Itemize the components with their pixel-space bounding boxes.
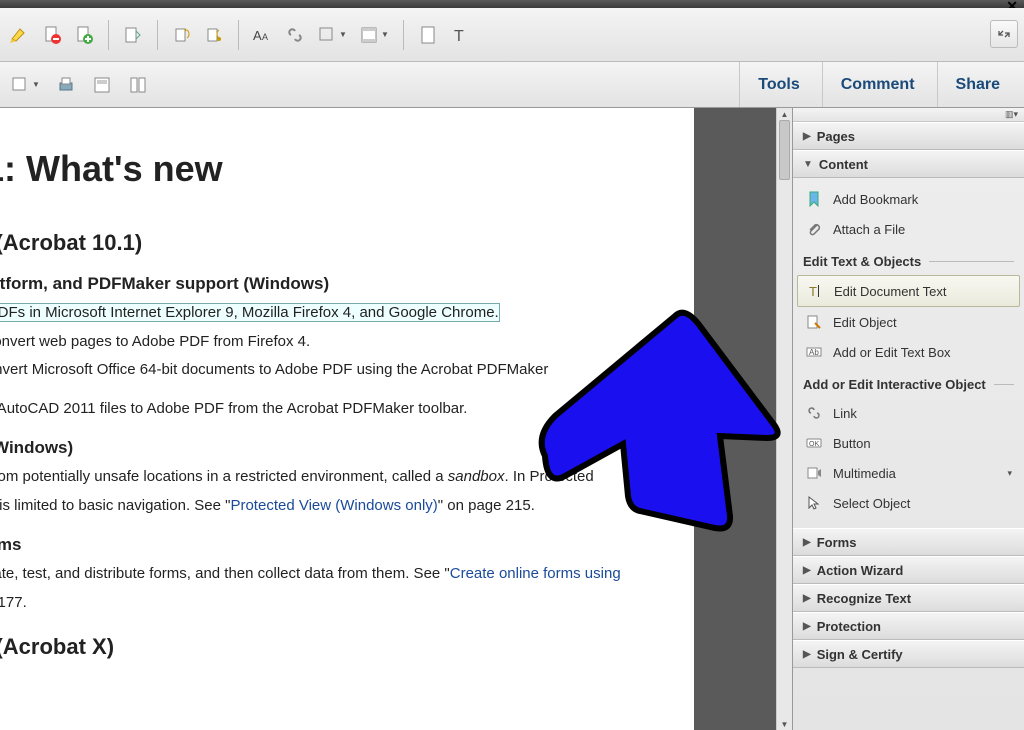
chevron-right-icon: ▶ [803,131,811,142]
panel-header-strip: ▥▾ [793,108,1024,122]
link-icon [805,404,823,422]
chevron-right-icon: ▶ [803,649,811,660]
expand-toolbar-button[interactable] [990,20,1018,48]
doc-link-protected-view[interactable]: Protected View (Windows only) [230,497,437,514]
svg-text:A: A [253,28,262,43]
doc-paragraph: o create, test, and distribute forms, an… [0,563,694,586]
doc-heading-2b: ew (Acrobat X) [0,634,694,660]
pane-sign-certify[interactable]: ▶Sign & Certify [793,640,1024,668]
button-icon: OK [805,434,823,452]
chevron-right-icon: ▶ [803,537,811,548]
tool-crop-dropdown[interactable]: ▼ [313,21,351,49]
item-edit-document-text[interactable]: T Edit Document Text [797,275,1020,307]
tool-print-icon[interactable] [52,71,80,99]
doc-paragraph: page 177. [0,592,694,615]
doc-paragraph: ting from potentially unsafe locations i… [0,466,694,489]
scroll-up-arrow[interactable]: ▲ [777,108,792,120]
doc-paragraph: nality is limited to basic navigation. S… [0,495,694,518]
panel-menu-icon[interactable]: ▥▾ [1005,109,1018,120]
svg-text:OK: OK [809,441,819,448]
tool-text-size-icon[interactable]: AA [249,21,277,49]
chevron-right-icon: ▶ [803,593,811,604]
svg-text:A: A [262,32,268,42]
svg-text:T: T [454,28,464,45]
document-viewport: r 1: What's new ew (Acrobat 10.1) r, pla… [0,108,792,730]
doc-link-create-forms[interactable]: Create online forms using [450,565,621,582]
doc-heading-3c: e forms [0,535,694,555]
edit-object-icon [805,313,823,331]
tool-highlight-icon[interactable] [6,21,34,49]
tab-tools[interactable]: Tools [739,62,817,107]
tab-share[interactable]: Share [937,62,1018,107]
doc-paragraph: rt Convert Microsoft Office 64-bit docum… [0,359,694,382]
selected-text[interactable]: iew PDFs in Microsoft Internet Explorer … [0,303,500,322]
chevron-down-icon: ▾ [1007,468,1012,479]
window-titlebar: ✕ [0,0,1024,8]
scroll-thumb[interactable] [779,120,790,180]
subhead-edit-text-objects: Edit Text & Objects [797,244,1020,275]
item-select-object[interactable]: Select Object [797,488,1020,518]
pane-content[interactable]: ▼Content [793,150,1024,178]
tool-link-icon[interactable] [281,21,309,49]
doc-paragraph: nvert AutoCAD 2011 files to Adobe PDF fr… [0,398,694,421]
main-area: r 1: What's new ew (Acrobat 10.1) r, pla… [0,108,1024,730]
pane-forms[interactable]: ▶Forms [793,528,1024,556]
multimedia-icon [805,464,823,482]
document-page[interactable]: r 1: What's new ew (Acrobat 10.1) r, pla… [0,108,694,730]
item-add-bookmark[interactable]: Add Bookmark [797,184,1020,214]
toolbar-primary: AA ▼ ▼ T [0,8,1024,62]
tool-insert-page-icon[interactable] [119,21,147,49]
tool-pages-icon[interactable] [124,71,152,99]
chevron-down-icon: ▼ [803,159,813,170]
bookmark-icon [805,190,823,208]
doc-paragraph: on Convert web pages to Adobe PDF from F… [0,331,694,354]
tool-extract-page-icon[interactable] [70,21,98,49]
pane-recognize-text[interactable]: ▶Recognize Text [793,584,1024,612]
item-button[interactable]: OK Button [797,428,1020,458]
tool-delete-page-icon[interactable] [38,21,66,49]
tool-rotate-ccw-icon[interactable] [200,21,228,49]
tools-side-panel: ▥▾ ▶Pages ▼Content Add Bookmark Attach a… [792,108,1024,730]
toolbar-secondary: ▼ Tools Comment Share [0,62,1024,108]
item-edit-object[interactable]: Edit Object [797,307,1020,337]
pane-action-wizard[interactable]: ▶Action Wizard [793,556,1024,584]
tool-rotate-cw-icon[interactable] [168,21,196,49]
vertical-scrollbar[interactable]: ▲ ▼ [776,108,792,730]
item-link[interactable]: Link [797,398,1020,428]
text-cursor-icon: T [806,282,824,300]
tool-blank-page-icon[interactable] [414,21,442,49]
pane-protection[interactable]: ▶Protection [793,612,1024,640]
scroll-down-arrow[interactable]: ▼ [777,718,792,730]
pane-content-body: Add Bookmark Attach a File Edit Text & O… [793,178,1024,528]
tool-save-icon[interactable] [88,71,116,99]
subhead-interactive-object: Add or Edit Interactive Object [797,367,1020,398]
doc-paragraph: iew PDFs in Microsoft Internet Explorer … [0,302,694,325]
svg-text:Ab: Ab [809,348,819,357]
chevron-right-icon: ▶ [803,565,811,576]
tool-text-cursor-icon[interactable]: T [446,21,474,49]
svg-text:T: T [809,284,817,299]
doc-heading-1: r 1: What's new [0,148,694,190]
paperclip-icon [805,220,823,238]
cursor-icon [805,494,823,512]
doc-heading-2a: ew (Acrobat 10.1) [0,230,694,256]
doc-heading-3a: r, platform, and PDFMaker support (Windo… [0,274,694,294]
textbox-icon: Ab [805,343,823,361]
item-multimedia[interactable]: Multimedia ▾ [797,458,1020,488]
doc-heading-3b: ew (Windows) [0,438,694,458]
tool-header-footer-dropdown[interactable]: ▼ [355,21,393,49]
item-attach-file[interactable]: Attach a File [797,214,1020,244]
tab-comment[interactable]: Comment [822,62,933,107]
pane-pages[interactable]: ▶Pages [793,122,1024,150]
chevron-right-icon: ▶ [803,621,811,632]
tool-zoom-dropdown[interactable]: ▼ [6,71,44,99]
item-add-edit-textbox[interactable]: Ab Add or Edit Text Box [797,337,1020,367]
